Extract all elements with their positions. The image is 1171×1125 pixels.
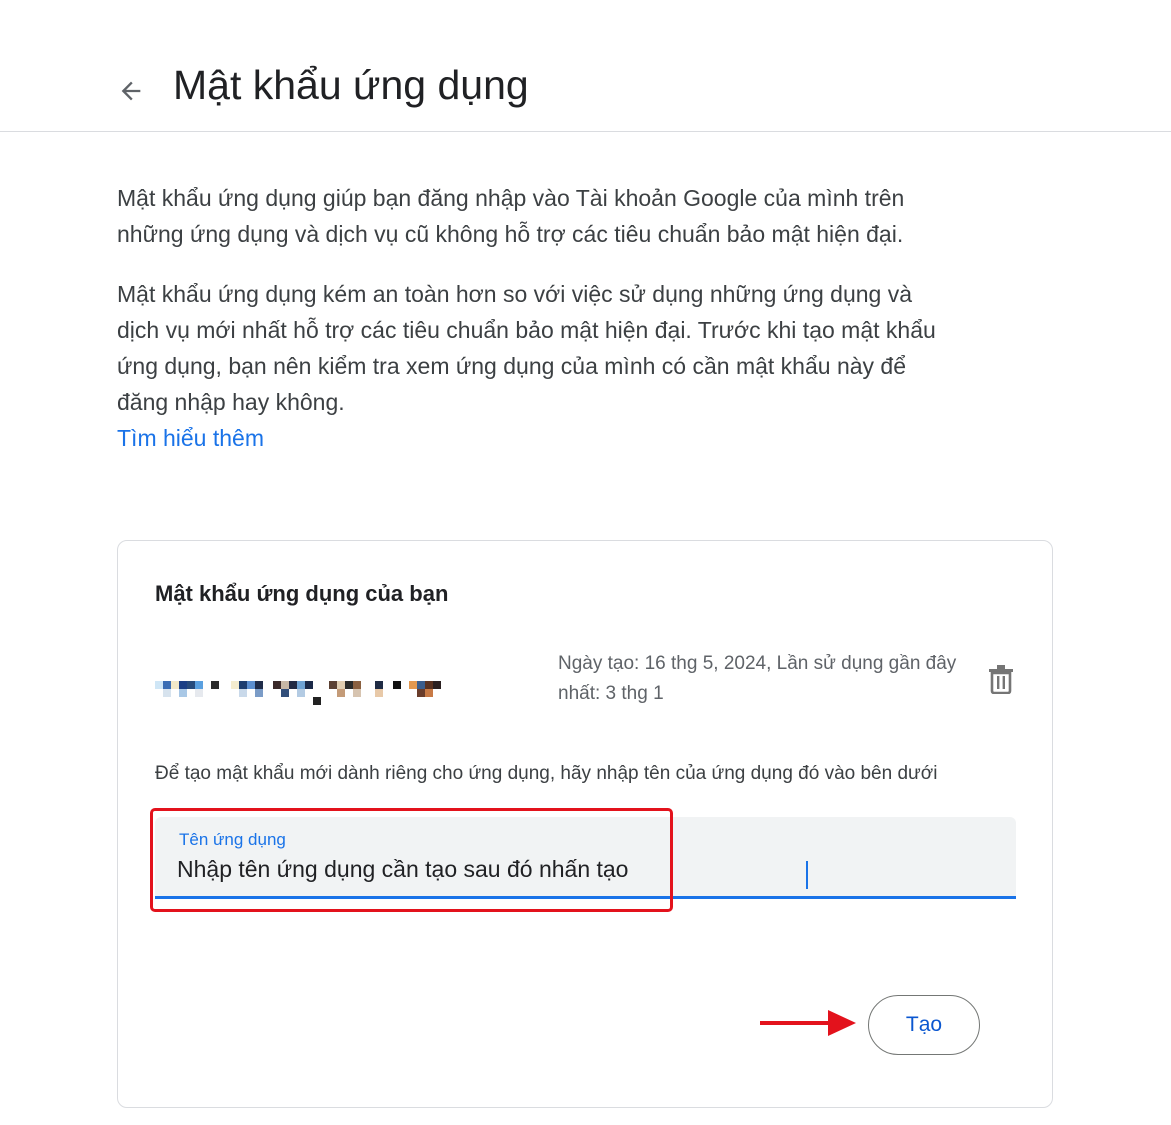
trash-icon bbox=[989, 665, 1013, 694]
delete-password-button[interactable] bbox=[981, 659, 1021, 699]
password-created-meta: Ngày tạo: 16 thg 5, 2024, Lần sử dụng gầ… bbox=[558, 653, 957, 704]
text-caret bbox=[806, 861, 808, 889]
intro-section: Mật khẩu ứng dụng giúp bạn đăng nhập vào… bbox=[117, 180, 957, 456]
arrow-back-icon bbox=[121, 81, 141, 101]
intro-paragraph-1: Mật khẩu ứng dụng giúp bạn đăng nhập vào… bbox=[117, 185, 905, 247]
card-title: Mật khẩu ứng dụng của bạn bbox=[155, 581, 449, 606]
page-title: Mật khẩu ứng dụng bbox=[173, 62, 529, 108]
annotation-arrow-icon bbox=[760, 1010, 856, 1036]
app-passwords-page: Mật khẩu ứng dụng Mật khẩu ứng dụng giúp… bbox=[0, 0, 1171, 1125]
app-password-row: Ngày tạo: 16 thg 5, 2024, Lần sử dụng gầ… bbox=[155, 649, 1015, 709]
back-button[interactable] bbox=[108, 68, 154, 114]
create-button[interactable]: Tạo bbox=[868, 995, 980, 1055]
app-name-input[interactable] bbox=[177, 851, 977, 887]
intro-paragraph-2: Mật khẩu ứng dụng kém an toàn hơn so với… bbox=[117, 281, 936, 415]
redacted-app-name bbox=[155, 681, 441, 705]
app-name-label: Tên ứng dụng bbox=[179, 830, 286, 849]
app-name-field[interactable]: Tên ứng dụng bbox=[155, 817, 1016, 899]
create-instructions: Để tạo mật khẩu mới dành riêng cho ứng d… bbox=[155, 763, 938, 784]
page-header: Mật khẩu ứng dụng bbox=[0, 0, 1171, 132]
learn-more-link[interactable]: Tìm hiểu thêm bbox=[117, 420, 957, 456]
